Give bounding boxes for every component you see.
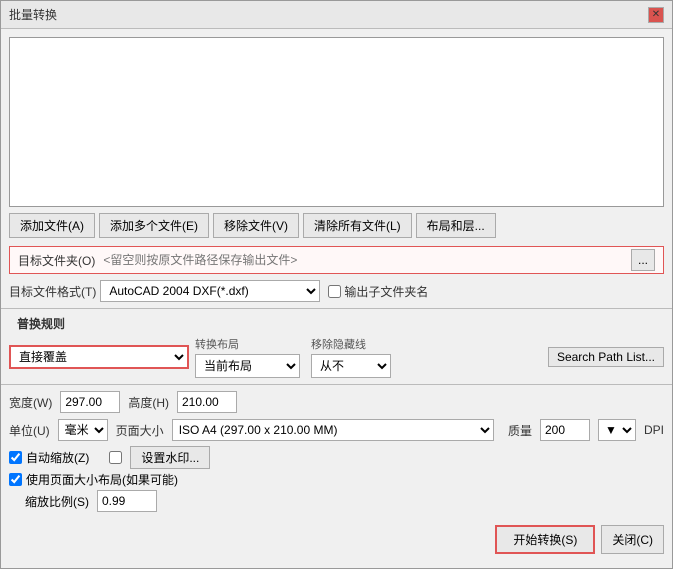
scale-row: 缩放比例(S) [17,489,672,513]
convert-layout-col: 转换布局 当前布局 所有布局 模型空间 [195,336,305,378]
target-format-row: 目标文件格式(T) AutoCAD 2004 DXF(*.dxf) 输出子文件夹… [1,278,672,304]
quality-unit-select[interactable]: ▼ [598,419,636,441]
quality-label: 质量 [508,422,532,439]
col-hidden-label: 移除隐藏线 [311,336,401,352]
target-format-select[interactable]: AutoCAD 2004 DXF(*.dxf) [100,280,320,302]
scale-input[interactable] [97,490,157,512]
file-list[interactable] [9,37,664,207]
height-input[interactable] [177,391,237,413]
unit-label: 单位(U) [9,422,50,439]
close-dialog-button[interactable]: 关闭(C) [601,525,664,554]
layout-layer-button[interactable]: 布局和层... [416,213,496,238]
auto-scale-checkbox[interactable] [9,451,22,464]
use-page-size-row: 使用页面大小布局(如果可能) [1,470,672,489]
unit-pagesize-row: 单位(U) 毫米 英寸 页面大小 ISO A4 (297.00 x 210.00… [1,417,672,443]
width-height-row: 宽度(W) 高度(H) [1,389,672,415]
close-button[interactable]: ✕ [648,7,664,23]
auto-scale-row: 自动缩放(Z) 设置水印... [1,445,672,470]
rules-section: 普换规则 [1,313,672,334]
watermark-checkbox[interactable] [109,451,122,464]
remove-hidden-col: 移除隐藏线 从不 总是 [311,336,401,378]
convert-layout-select[interactable]: 当前布局 所有布局 模型空间 [195,354,300,378]
bottom-bar: 开始转换(S) 关闭(C) [1,517,672,562]
use-page-size-label: 使用页面大小布局(如果可能) [26,471,178,488]
sub-folder-checkbox-label[interactable]: 输出子文件夹名 [328,283,428,300]
start-convert-button[interactable]: 开始转换(S) [495,525,595,554]
watermark-button[interactable]: 设置水印... [130,446,210,469]
target-folder-row: 目标文件夹(O) ... [9,246,664,274]
target-folder-label: 目标文件夹(O) [18,252,95,269]
dialog-title: 批量转换 [9,6,57,23]
unit-select[interactable]: 毫米 英寸 [58,419,108,441]
sub-folder-checkbox[interactable] [328,285,341,298]
clear-all-button[interactable]: 清除所有文件(L) [303,213,412,238]
width-input[interactable] [60,391,120,413]
batch-convert-dialog: 批量转换 ✕ 添加文件(A) 添加多个文件(E) 移除文件(V) 清除所有文件(… [0,0,673,569]
scale-label: 缩放比例(S) [25,493,89,510]
rules-section-label: 普换规则 [9,315,73,333]
width-label: 宽度(W) [9,394,52,411]
height-label: 高度(H) [128,394,169,411]
rule-columns: 转换布局 当前布局 所有布局 模型空间 移除隐藏线 从不 总是 Search P… [195,336,664,378]
toolbar-row: 添加文件(A) 添加多个文件(E) 移除文件(V) 清除所有文件(L) 布局和层… [1,213,672,244]
auto-scale-label: 自动缩放(Z) [26,449,89,466]
add-file-button[interactable]: 添加文件(A) [9,213,95,238]
dpi-label: DPI [644,423,664,437]
remove-hidden-select[interactable]: 从不 总是 [311,354,391,378]
title-bar: 批量转换 ✕ [1,1,672,29]
search-path-button[interactable]: Search Path List... [548,347,664,367]
page-size-select[interactable]: ISO A4 (297.00 x 210.00 MM) [172,419,494,441]
remove-file-button[interactable]: 移除文件(V) [213,213,299,238]
col-convert-label: 转换布局 [195,336,305,352]
target-folder-input[interactable] [99,249,629,271]
replace-rule-select[interactable]: 直接覆盖 重命名 跳过 [9,345,189,369]
quality-input[interactable] [540,419,590,441]
search-path-col: Search Path List... [548,347,664,367]
rule-row: 直接覆盖 重命名 跳过 转换布局 当前布局 所有布局 模型空间 移除隐藏线 从不… [1,334,672,380]
target-format-label: 目标文件格式(T) [9,283,96,300]
browse-button[interactable]: ... [631,249,655,271]
add-files-button[interactable]: 添加多个文件(E) [99,213,209,238]
sub-folder-label: 输出子文件夹名 [344,283,428,300]
page-size-label: 页面大小 [116,422,164,439]
use-page-size-checkbox[interactable] [9,473,22,486]
